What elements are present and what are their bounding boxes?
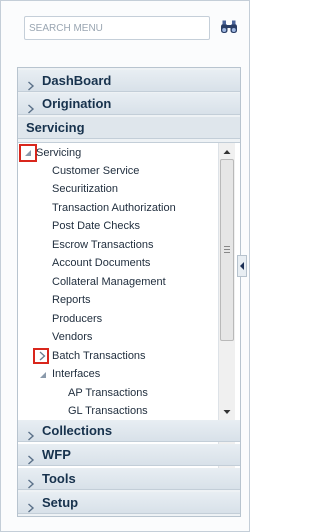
chevron-right-icon [27, 474, 35, 489]
tree-item-gl-transactions[interactable]: GL Transactions [68, 402, 148, 420]
menu-section-origination[interactable]: Origination [18, 93, 240, 115]
menu-section-label: Tools [42, 471, 76, 486]
tree-item-transaction-authorization[interactable]: Transaction Authorization [52, 199, 176, 217]
tree-item-post-date-checks[interactable]: Post Date Checks [52, 217, 140, 235]
navigation-menu-frame: DashBoard Origination Servicing Servicin… [0, 0, 250, 532]
tree-node-servicing[interactable]: Servicing [36, 144, 81, 162]
chevron-right-icon[interactable] [37, 351, 47, 361]
search-area [24, 16, 239, 42]
menu-section-label: Setup [42, 495, 79, 510]
scroll-down-arrow-icon[interactable] [223, 407, 231, 415]
search-menu-input[interactable] [24, 16, 210, 40]
scroll-up-arrow-icon[interactable] [223, 147, 231, 155]
grip-line [224, 249, 230, 250]
grip-line [224, 252, 230, 253]
menu-section-label: Collections [42, 423, 113, 438]
menu-section-dashboard[interactable]: DashBoard [18, 70, 240, 92]
tree-item-collateral-management[interactable]: Collateral Management [52, 273, 166, 291]
triangle-down-icon[interactable] [23, 148, 33, 158]
tree-item-vendors[interactable]: Vendors [52, 328, 92, 346]
chevron-right-icon [27, 76, 35, 91]
triangle-left-icon [240, 262, 244, 270]
binoculars-icon[interactable] [220, 19, 238, 35]
tree-item-ap-transactions[interactable]: AP Transactions [68, 384, 148, 402]
chevron-right-icon [27, 426, 35, 441]
menu-section-label: Origination [42, 96, 112, 111]
tree-item-customer-service[interactable]: Customer Service [52, 162, 139, 180]
menu-section-setup[interactable]: Setup [18, 492, 240, 514]
collapse-panel-tab[interactable] [237, 255, 247, 277]
tree-item-producers[interactable]: Producers [52, 310, 102, 328]
tree-item-securitization[interactable]: Securitization [52, 180, 118, 198]
tree-item-account-documents[interactable]: Account Documents [52, 254, 150, 272]
menu-accordion: DashBoard Origination Servicing Servicin… [17, 67, 241, 517]
tree-item-escrow-transactions[interactable]: Escrow Transactions [52, 236, 153, 254]
menu-section-servicing[interactable]: Servicing [18, 117, 240, 139]
chevron-right-icon [27, 450, 35, 465]
scrollbar-thumb[interactable] [220, 159, 234, 341]
menu-section-label: WFP [42, 447, 71, 462]
tree-item-reports[interactable]: Reports [52, 291, 91, 309]
menu-section-wfp[interactable]: WFP [18, 444, 240, 466]
triangle-down-icon[interactable] [38, 370, 48, 380]
chevron-right-icon [27, 498, 35, 513]
menu-section-tools[interactable]: Tools [18, 468, 240, 490]
grip-line [224, 246, 230, 247]
tree-node-interfaces[interactable]: Interfaces [52, 365, 100, 383]
menu-section-collections[interactable]: Collections [18, 420, 240, 442]
tree-node-batch-transactions[interactable]: Batch Transactions [52, 347, 146, 365]
chevron-right-icon [27, 99, 35, 114]
menu-section-label: Servicing [26, 120, 85, 135]
menu-section-label: DashBoard [42, 73, 112, 88]
